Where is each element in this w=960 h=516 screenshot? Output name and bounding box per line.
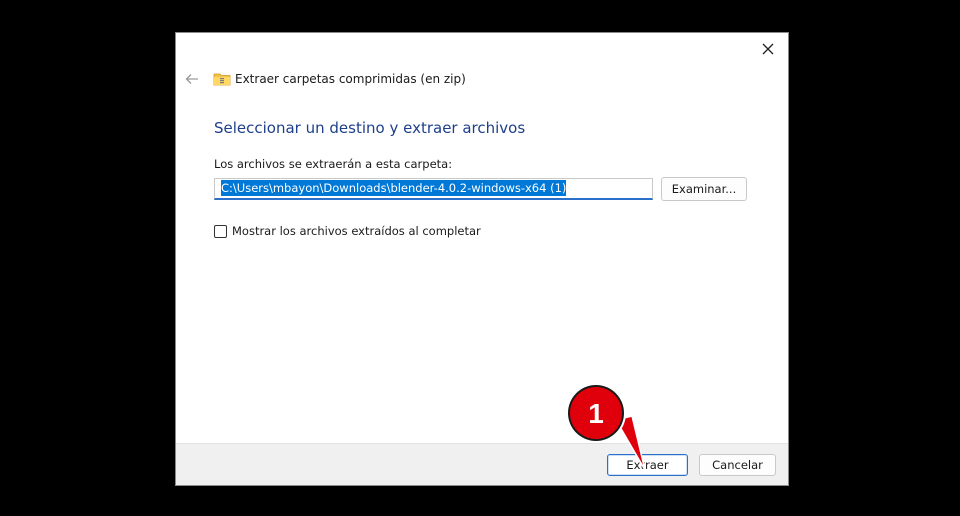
- destination-label: Los archivos se extraerán a esta carpeta…: [214, 157, 453, 171]
- step-number: 1: [588, 398, 604, 429]
- close-button[interactable]: [754, 37, 782, 61]
- show-extracted-label: Mostrar los archivos extraídos al comple…: [232, 224, 481, 238]
- step-marker: 1: [566, 383, 646, 471]
- back-arrow-icon: [185, 74, 198, 84]
- show-extracted-checkbox[interactable]: [214, 224, 227, 238]
- destination-path-text: C:\Users\mbayon\Downloads\blender-4.0.2-…: [221, 180, 567, 196]
- back-button[interactable]: [183, 70, 201, 88]
- show-extracted-option[interactable]: Mostrar los archivos extraídos al comple…: [214, 224, 481, 238]
- dialog-header: Extraer carpetas comprimidas (en zip): [183, 69, 466, 89]
- page-title: Seleccionar un destino y extraer archivo…: [214, 119, 526, 137]
- cancel-button[interactable]: Cancelar: [699, 454, 776, 476]
- destination-path-input[interactable]: C:\Users\mbayon\Downloads\blender-4.0.2-…: [214, 178, 653, 200]
- zip-folder-icon: [213, 73, 231, 86]
- close-icon: [762, 43, 774, 55]
- browse-button[interactable]: Examinar...: [661, 177, 747, 201]
- dialog-header-title: Extraer carpetas comprimidas (en zip): [235, 72, 466, 86]
